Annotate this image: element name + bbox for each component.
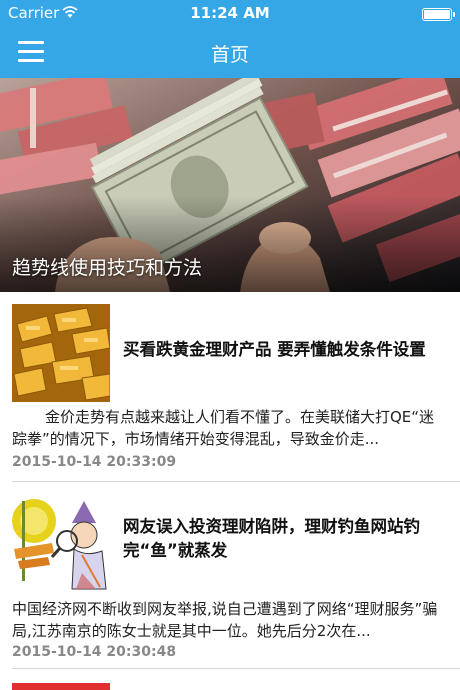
status-bar: Carrier 11:24 AM (0, 0, 460, 28)
gold-bars-thumbnail (12, 304, 110, 402)
article-timestamp: 2015-10-14 20:33:09 (12, 454, 177, 470)
article-item[interactable]: 网友误入投资理财陷阱，理财钓鱼网站钓完“鱼”就蒸发 中国经济网不断收到网友举报,… (0, 482, 460, 668)
navigation-bar: 首页 (0, 28, 460, 78)
article-summary: 中国经济网不断收到网友举报,说自己遭遇到了网络“理财服务”骗局,江苏南京的陈女士… (12, 600, 438, 640)
article-headline: 买看跌黄金理财产品 要弄懂触发条件设置 (123, 340, 426, 359)
battery-icon (422, 8, 455, 21)
banner-carousel[interactable]: 趋势线使用技巧和方法 (0, 78, 460, 292)
article-headline: 网友误入投资理财陷阱，理财钓鱼网站钓完“鱼”就蒸发 (123, 517, 420, 560)
status-time: 11:24 AM (190, 4, 270, 22)
article-item[interactable]: 买看跌黄金理财产品 要弄懂触发条件设置 金价走势有点越来越让人们看不懂了。在美联… (0, 292, 460, 482)
fishing-cartoon-thumbnail (12, 493, 110, 591)
article-thumbnail-partial (12, 683, 110, 690)
article-item[interactable] (0, 669, 460, 690)
page-title: 首页 (210, 44, 249, 66)
article-timestamp: 2015-10-14 20:30:48 (12, 644, 177, 660)
article-summary: 金价走势有点越来越让人们看不懂了。在美联储大打QE“迷踪拳”的情况下，市场情绪开… (12, 408, 435, 448)
banner-caption: 趋势线使用技巧和方法 (12, 257, 203, 279)
